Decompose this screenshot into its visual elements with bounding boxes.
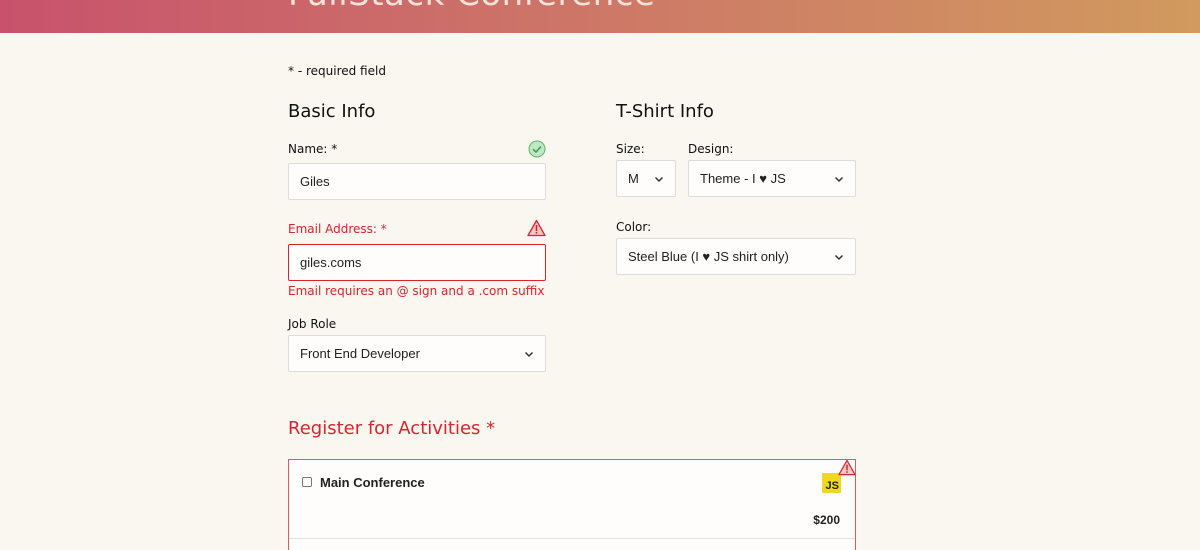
activity-item-main-conference[interactable]: Main Conference JS $200 <box>289 460 855 539</box>
activity-cost: $200 <box>813 513 840 527</box>
size-label: Size: <box>616 142 645 156</box>
js-badge-icon: JS <box>822 473 841 493</box>
name-label: Name: * <box>288 142 337 156</box>
tshirt-info-title: T-Shirt Info <box>616 101 714 122</box>
job-role-value: Front End Developer <box>300 346 420 361</box>
design-select[interactable]: Theme - I ♥ JS <box>688 160 856 197</box>
name-input[interactable]: Giles <box>288 163 546 200</box>
page-header: FullStack Conference <box>0 0 1200 33</box>
design-label: Design: <box>688 142 734 156</box>
chevron-down-icon <box>834 176 844 182</box>
required-field-note: * - required field <box>288 64 386 78</box>
header-title: FullStack Conference <box>288 0 655 14</box>
email-input[interactable]: giles.coms <box>288 244 546 281</box>
activities-list: Main Conference JS $200 <box>288 459 856 550</box>
size-select[interactable]: M <box>616 160 676 197</box>
email-required-mark: * <box>380 222 387 236</box>
job-role-select[interactable]: Front End Developer <box>288 335 546 372</box>
basic-info-title: Basic Info <box>288 101 376 122</box>
activities-warning-icon <box>838 459 856 476</box>
color-select[interactable]: Steel Blue (I ♥ JS shirt only) <box>616 238 856 275</box>
color-value: Steel Blue (I ♥ JS shirt only) <box>628 249 789 264</box>
activities-title-text: Register for Activities <box>288 418 481 439</box>
size-value: M <box>628 171 639 186</box>
email-label: Email Address: * <box>288 222 387 236</box>
email-input-value: giles.coms <box>300 255 362 270</box>
main-conference-checkbox[interactable] <box>302 477 312 487</box>
activities-required-mark: * <box>486 418 496 439</box>
warning-icon <box>527 219 546 237</box>
email-error-message: Email requires an @ sign and a .com suff… <box>288 284 545 298</box>
email-label-text: Email Address: <box>288 222 377 236</box>
name-input-value: Giles <box>300 174 330 189</box>
activity-name: Main Conference <box>320 475 425 490</box>
chevron-down-icon <box>524 351 534 357</box>
activities-title: Register for Activities * <box>288 418 495 439</box>
color-label: Color: <box>616 220 652 234</box>
name-label-text: Name: <box>288 142 328 156</box>
chevron-down-icon <box>834 254 844 260</box>
job-role-label: Job Role <box>288 317 337 331</box>
name-required-mark: * <box>331 142 338 156</box>
valid-check-icon <box>528 140 546 158</box>
chevron-down-icon <box>654 176 664 182</box>
design-value: Theme - I ♥ JS <box>700 171 786 186</box>
